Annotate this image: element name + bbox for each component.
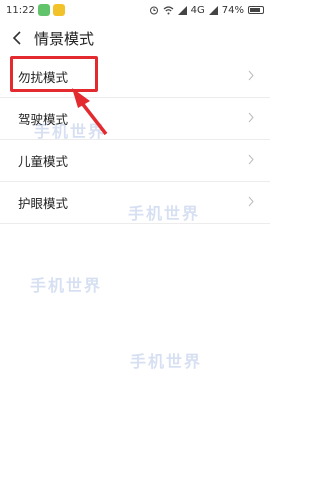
status-left: 11:22 bbox=[6, 4, 65, 16]
chevron-right-icon bbox=[248, 154, 254, 165]
chevron-right-icon bbox=[248, 70, 254, 81]
status-bar: 11:22 4G 74% bbox=[0, 0, 270, 20]
list-item-label: 驾驶模式 bbox=[18, 112, 69, 127]
list-item-label: 儿童模式 bbox=[18, 154, 69, 169]
list-item-driving[interactable]: 驾驶模式 bbox=[0, 98, 270, 140]
alarm-icon bbox=[149, 6, 158, 15]
watermark-text: 手机世界 bbox=[30, 276, 103, 295]
signal-icon bbox=[177, 5, 187, 15]
status-right: 4G 74% bbox=[149, 5, 264, 16]
header: 情景模式 bbox=[0, 22, 270, 54]
watermark-logo: 手机世界 bbox=[130, 338, 270, 382]
status-time: 11:22 bbox=[6, 4, 35, 16]
list-item-children[interactable]: 儿童模式 bbox=[0, 140, 270, 182]
list-item-eye-protection[interactable]: 护眼模式 bbox=[0, 182, 270, 224]
battery-icon bbox=[248, 6, 264, 14]
list-item-label: 护眼模式 bbox=[18, 196, 69, 211]
list-item-do-not-disturb[interactable]: 勿扰模式 bbox=[0, 56, 270, 98]
chevron-right-icon bbox=[248, 112, 254, 123]
list-item-label: 勿扰模式 bbox=[18, 70, 69, 85]
battery-percent: 74% bbox=[221, 4, 244, 16]
wifi-icon bbox=[163, 5, 174, 14]
back-arrow-icon bbox=[12, 31, 21, 45]
network-type: 4G bbox=[190, 4, 205, 16]
signal-icon-2 bbox=[208, 5, 218, 15]
chevron-right-icon bbox=[248, 196, 254, 207]
watermark-logo: 手机世界 bbox=[30, 262, 170, 306]
battery-level bbox=[250, 8, 260, 12]
watermark-text: 手机世界 bbox=[130, 352, 203, 371]
page-title: 情景模式 bbox=[34, 29, 95, 48]
app-notification-icon bbox=[37, 4, 50, 16]
app-notification-icon-2 bbox=[52, 4, 65, 16]
back-button[interactable] bbox=[0, 22, 34, 54]
scene-mode-list: 勿扰模式 驾驶模式 儿童模式 护眼模式 bbox=[0, 56, 270, 224]
